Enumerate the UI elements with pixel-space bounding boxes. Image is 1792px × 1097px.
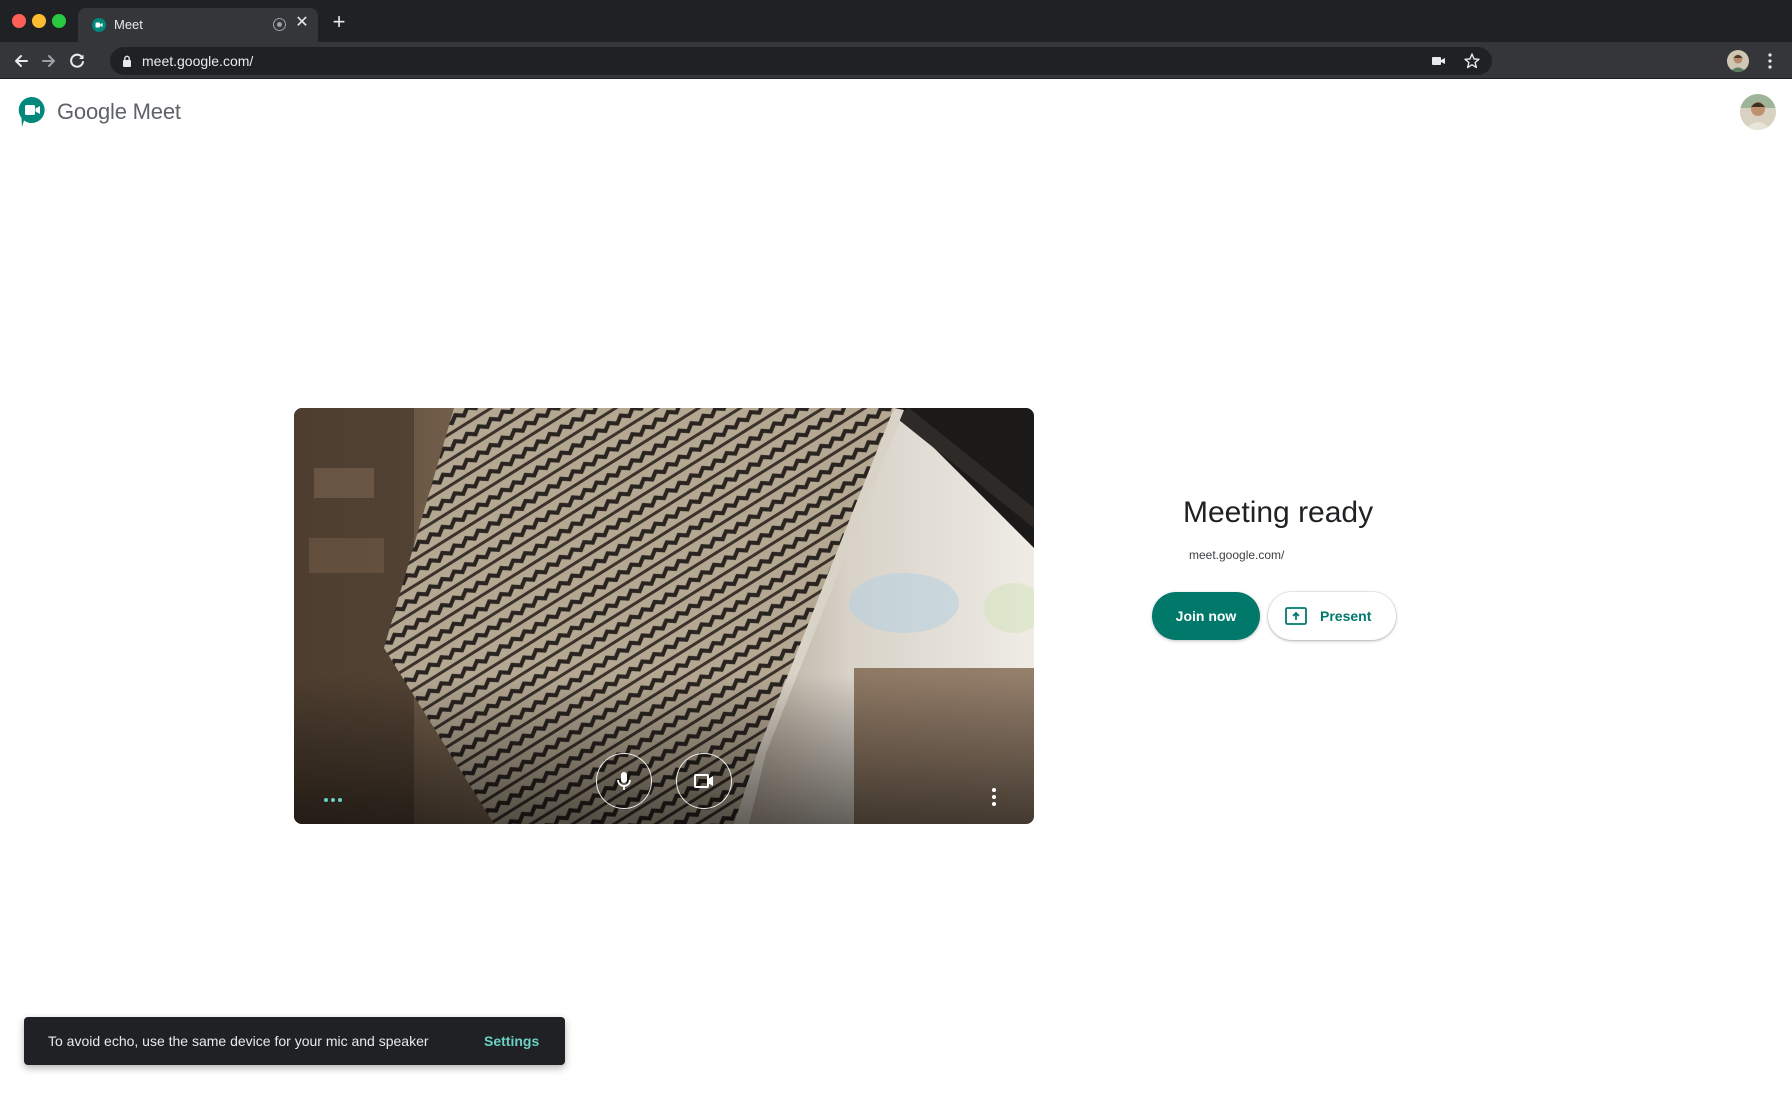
browser-tab-strip: Meet ✕ + bbox=[0, 0, 1792, 42]
window-close-button[interactable] bbox=[12, 14, 26, 28]
meeting-url: meet.google.com/ bbox=[1189, 548, 1285, 562]
address-bar[interactable]: meet.google.com/ bbox=[110, 47, 1492, 75]
avatar[interactable] bbox=[1740, 94, 1776, 130]
settings-button[interactable]: Settings bbox=[484, 1033, 539, 1049]
present-label: Present bbox=[1320, 608, 1372, 624]
present-button[interactable]: Present bbox=[1268, 592, 1396, 640]
browser-toolbar: meet.google.com/ bbox=[0, 42, 1792, 79]
present-screen-icon bbox=[1285, 607, 1307, 625]
url-text[interactable]: meet.google.com/ bbox=[142, 53, 253, 69]
echo-warning-snackbar: To avoid echo, use the same device for y… bbox=[24, 1017, 565, 1065]
tab-close-button[interactable]: ✕ bbox=[293, 14, 311, 32]
star-icon[interactable] bbox=[1462, 51, 1482, 71]
window-minimize-button[interactable] bbox=[32, 14, 46, 28]
meeting-ready-title: Meeting ready bbox=[1183, 496, 1374, 529]
kebab-menu-icon[interactable] bbox=[1762, 51, 1778, 71]
forward-button[interactable] bbox=[38, 50, 60, 72]
window-zoom-button[interactable] bbox=[52, 14, 66, 28]
video-camera-icon bbox=[694, 774, 713, 788]
join-now-button[interactable]: Join now bbox=[1152, 592, 1260, 640]
tab-title: Meet bbox=[114, 17, 143, 32]
avatar[interactable] bbox=[1727, 50, 1749, 72]
logo-text: Google Meet bbox=[57, 99, 181, 124]
preview-shade bbox=[294, 674, 1034, 824]
kebab-menu-icon[interactable] bbox=[990, 786, 998, 808]
lock-icon bbox=[123, 55, 131, 67]
new-tab-button[interactable]: + bbox=[328, 11, 350, 33]
camera-preview bbox=[294, 408, 1034, 824]
microphone-toggle-button[interactable] bbox=[596, 753, 652, 809]
ellipsis-horizontal-icon[interactable] bbox=[322, 796, 344, 804]
google-meet-logo[interactable]: Google Meet bbox=[18, 95, 181, 129]
camera-toggle-button[interactable] bbox=[676, 753, 732, 809]
recording-dot-icon bbox=[273, 18, 286, 31]
back-button[interactable] bbox=[10, 50, 32, 72]
microphone-icon bbox=[617, 772, 631, 790]
camera-in-use-icon[interactable] bbox=[1430, 54, 1448, 68]
snackbar-message: To avoid echo, use the same device for y… bbox=[48, 1033, 429, 1049]
google-meet-icon bbox=[92, 18, 106, 32]
browser-tab-meet[interactable]: Meet ✕ bbox=[78, 8, 318, 42]
google-meet-icon bbox=[18, 96, 45, 127]
reload-button[interactable] bbox=[66, 50, 88, 72]
